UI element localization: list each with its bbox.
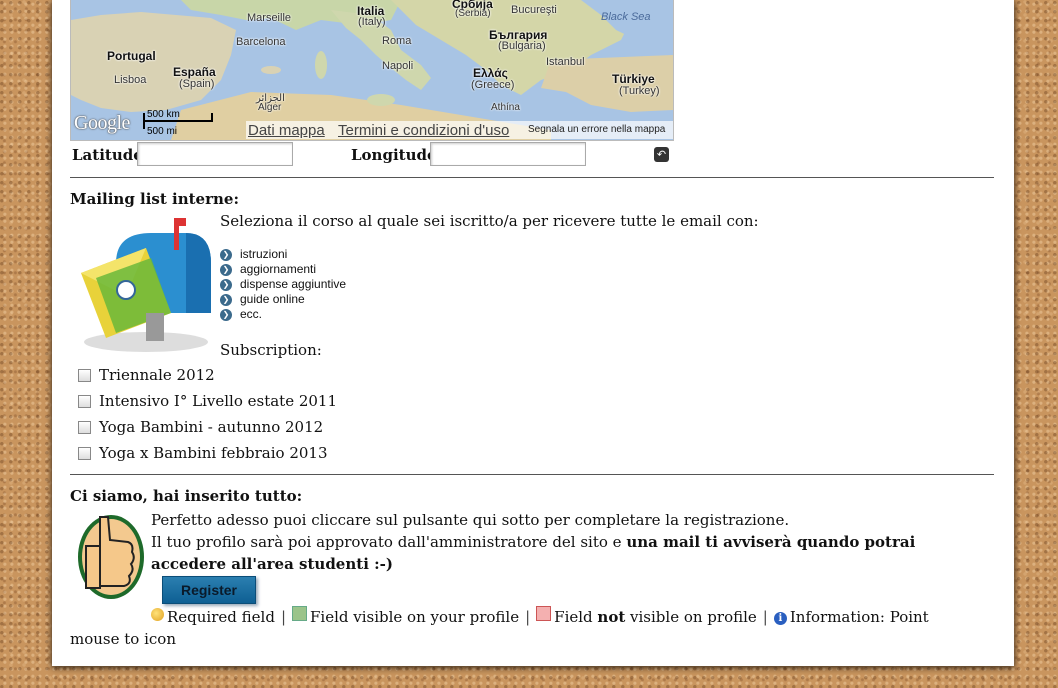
scale-km-label: 500 km xyxy=(147,109,180,120)
legend-visible: Field visible on your profile xyxy=(310,608,520,626)
map-label-spain: (Spain) xyxy=(179,78,215,90)
course-label: Triennale 2012 xyxy=(99,366,215,384)
list-item: ❯ guide online xyxy=(220,292,346,307)
map-label-lisboa: Lisboa xyxy=(114,74,147,86)
required-field-icon xyxy=(151,608,164,621)
coordinates-row: Latitude Longitude ↶ xyxy=(70,142,674,170)
longitude-input[interactable] xyxy=(430,142,586,166)
map-label-roma: Roma xyxy=(382,35,412,47)
map-label-istanbul: Istanbul xyxy=(546,56,585,68)
course-checkbox-row[interactable]: Triennale 2012 xyxy=(78,366,215,384)
map-label-bulgaria: (Bulgaria) xyxy=(498,40,546,52)
latitude-input[interactable] xyxy=(137,142,293,166)
course-label: Yoga Bambini - autunno 2012 xyxy=(99,418,324,436)
map-label-alger: Alger xyxy=(258,102,282,113)
course-label: Intensivo I° Livello estate 2011 xyxy=(99,392,338,410)
registration-form-panel: Portugal Lisboa España (Spain) Marseille… xyxy=(52,0,1014,666)
map-label-napoli: Napoli xyxy=(382,60,414,72)
map-label-athina: Athína xyxy=(491,102,520,113)
map-attribution-bar: Dati mappa Termini e condizioni d'uso Se… xyxy=(246,121,673,139)
map-label-barcelona: Barcelona xyxy=(236,36,286,48)
visible-field-icon xyxy=(292,606,307,621)
section-divider xyxy=(70,177,994,178)
map-label-black-sea: Black Sea xyxy=(601,11,651,23)
google-map[interactable]: Portugal Lisboa España (Spain) Marseille… xyxy=(70,0,674,141)
mailing-content-list: ❯ istruzioni ❯ aggiornamenti ❯ dispense agg… xyxy=(220,247,346,322)
register-button[interactable]: Register xyxy=(162,576,256,604)
map-label-serbia: (Serbia) xyxy=(455,8,491,19)
undo-icon[interactable]: ↶ xyxy=(654,147,669,162)
map-label-ellas: Ελλάς xyxy=(473,66,508,80)
google-logo[interactable]: Google xyxy=(74,112,130,135)
course-checkbox[interactable] xyxy=(78,368,91,382)
legend-not-visible: Field not visible on profile xyxy=(554,608,757,626)
map-label-italy: (Italy) xyxy=(358,16,386,28)
list-item: ❯ istruzioni xyxy=(220,247,346,262)
course-checkbox[interactable] xyxy=(78,394,91,408)
final-message: Perfetto adesso puoi cliccare sul pulsan… xyxy=(151,509,981,575)
course-checkbox[interactable] xyxy=(78,446,91,460)
mailing-intro: Seleziona il corso al quale sei iscritto… xyxy=(220,212,759,230)
subscription-label: Subscription: xyxy=(220,341,322,359)
map-label-bucuresti: Bucureşti xyxy=(511,4,557,16)
info-icon[interactable]: i xyxy=(773,612,787,625)
course-checkbox-row[interactable]: Yoga x Bambini febbraio 2013 xyxy=(78,444,328,462)
scale-mi-label: 500 mi xyxy=(147,126,178,137)
final-heading: Ci siamo, hai inserito tutto: xyxy=(70,487,303,505)
longitude-label: Longitude xyxy=(351,146,437,164)
arrow-bullet-icon: ❯ xyxy=(220,308,232,321)
arrow-bullet-icon: ❯ xyxy=(220,248,232,261)
not-visible-field-icon xyxy=(536,606,552,621)
map-label-portugal: Portugal xyxy=(107,49,156,63)
field-legend: Required field | Field visible on your pro… xyxy=(70,606,929,648)
map-label-turkiye: Türkiye xyxy=(612,72,655,86)
legend-required: Required field xyxy=(167,608,275,626)
arrow-bullet-icon: ❯ xyxy=(220,278,232,291)
list-item: ❯ aggiornamenti xyxy=(220,262,346,277)
final-line-2: Il tuo profilo sarà poi approvato dall'a… xyxy=(151,533,916,573)
list-item: ❯ dispense aggiuntive xyxy=(220,277,346,292)
latitude-label: Latitude xyxy=(72,146,143,164)
list-item: ❯ ecc. xyxy=(220,307,346,322)
course-checkbox[interactable] xyxy=(78,420,91,434)
thumbs-up-icon xyxy=(78,515,144,599)
arrow-bullet-icon: ❯ xyxy=(220,263,232,276)
map-label-greece: (Greece) xyxy=(471,79,515,91)
map-data-link[interactable]: Dati mappa xyxy=(248,122,325,139)
map-report-error-link[interactable]: Segnala un errore nella mappa xyxy=(528,124,665,135)
arrow-bullet-icon: ❯ xyxy=(220,293,232,306)
mailbox-icon xyxy=(81,218,211,352)
mailing-heading: Mailing list interne: xyxy=(70,190,239,208)
map-label-turkey: (Turkey) xyxy=(619,85,660,97)
course-checkbox-row[interactable]: Yoga Bambini - autunno 2012 xyxy=(78,418,323,436)
course-label: Yoga x Bambini febbraio 2013 xyxy=(99,444,328,462)
map-label-marseille: Marseille xyxy=(247,12,292,24)
final-line-1: Perfetto adesso puoi cliccare sul pulsan… xyxy=(151,511,790,529)
map-terms-link[interactable]: Termini e condizioni d'uso xyxy=(338,122,509,139)
course-checkbox-row[interactable]: Intensivo I° Livello estate 2011 xyxy=(78,392,337,410)
map-label-espana: España xyxy=(173,65,216,79)
map-scale: 500 km 500 mi xyxy=(141,109,213,137)
section-divider xyxy=(70,474,994,475)
